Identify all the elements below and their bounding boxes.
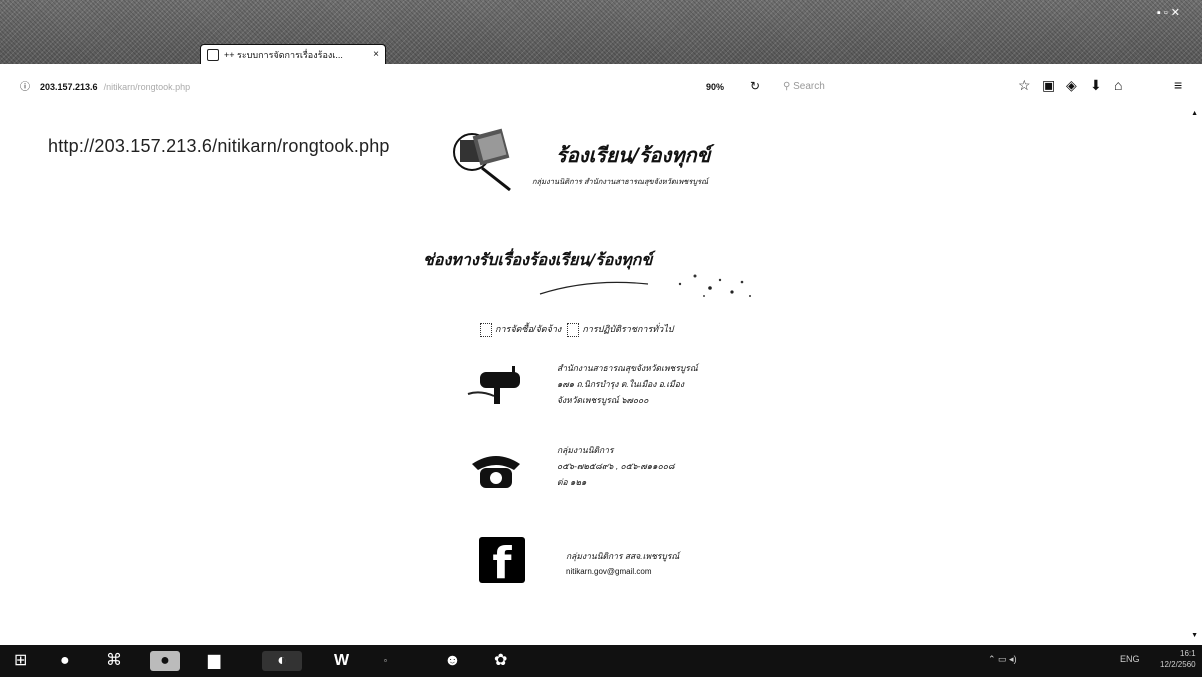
tray-icons[interactable]: ⌃ ▭ ◂) xyxy=(988,654,1017,665)
reload-icon[interactable]: ↻ xyxy=(750,79,760,93)
mailbox-icon xyxy=(467,366,520,404)
menu-icon[interactable]: ≡ xyxy=(1174,78,1182,92)
checkbox-procurement[interactable] xyxy=(480,322,492,337)
address-host: 203.157.213.6 xyxy=(40,82,98,92)
info-icon[interactable]: ⓘ xyxy=(20,81,30,95)
mail-line-1: สำนักงานสาธารณสุขจังหวัดเพชรบูรณ์ xyxy=(557,363,698,373)
clock-date: 12/2/2560 xyxy=(1160,660,1196,669)
window-titlebar: ++ ระบบการจัดการเรื่องร้องเ... × ▪ ▫ ✕ xyxy=(0,0,1202,64)
search-placeholder: Search xyxy=(793,81,825,92)
taskbar: ⊞ ● ⌘ ● ▆ ◐ W ▫ ☻ ✿ ⌃ ▭ ◂) ENG 16:1 12/2… xyxy=(0,645,1202,677)
mail-address-block: สำนักงานสาธารณสุขจังหวัดเพชรบูรณ์ ๑๗๑ ถ.… xyxy=(557,360,698,408)
system-clock[interactable]: 16:1 12/2/2560 xyxy=(1160,648,1196,670)
phone-line-1: กลุ่มงานนิติการ xyxy=(557,445,614,455)
cortana-icon[interactable]: ● xyxy=(60,651,70,671)
pocket-icon[interactable]: ◈ xyxy=(1066,78,1077,92)
facebook-block: กลุ่มงานนิติการ สสจ.เพชรบูรณ์ nitikarn.g… xyxy=(566,548,679,580)
window-controls-icon[interactable]: ▪ ▫ ✕ xyxy=(1157,6,1180,19)
file-explorer-icon[interactable]: ▆ xyxy=(208,651,220,671)
home-icon[interactable]: ⌂ xyxy=(1114,78,1122,92)
page-url-text: http://203.157.213.6/nitikarn/rongtook.p… xyxy=(48,136,390,156)
app-icon-3[interactable]: ✿ xyxy=(494,651,507,671)
download-icon[interactable]: ⬇ xyxy=(1090,78,1102,92)
phone-line-2: ๐๕๖-๗๒๕๘๙๖ , ๐๕๖-๗๑๑๐๐๘ xyxy=(557,461,675,471)
mail-line-2: ๑๗๑ ถ.นิกรบำรุง ต.ในเมือง อ.เมือง xyxy=(557,379,685,389)
facebook-icon[interactable]: f xyxy=(479,537,525,583)
search-icon: ⚲ xyxy=(783,81,791,92)
address-bar[interactable]: 203.157.213.6/nitikarn/rongtook.php xyxy=(40,82,190,92)
facebook-line-1: กลุ่มงานนิติการ สสจ.เพชรบูรณ์ xyxy=(566,551,680,561)
complaint-type-options: การจัดซื้อ/จัดจ้าง การปฏิบัติราชการทั่วไ… xyxy=(480,322,674,337)
telephone-icon xyxy=(472,456,520,488)
language-indicator[interactable]: ENG xyxy=(1120,654,1140,664)
line-app-icon[interactable]: ● xyxy=(150,651,180,671)
app-icon[interactable]: ▫ xyxy=(384,651,387,671)
bookmark-star-icon[interactable]: ☆ xyxy=(1018,78,1031,92)
logo-title: ร้องเรียน/ร้องทุกข์ xyxy=(556,143,711,167)
browser-tab[interactable]: ++ ระบบการจัดการเรื่องร้องเ... × xyxy=(200,44,386,64)
reading-list-icon[interactable]: ▣ xyxy=(1042,78,1055,92)
app-icon-2[interactable]: ☻ xyxy=(444,651,461,671)
task-view-icon[interactable]: ⌘ xyxy=(106,651,122,671)
tab-title: ++ ระบบการจัดการเรื่องร้องเ... xyxy=(224,49,343,60)
phone-line-3: ต่อ ๑๒๑ xyxy=(557,477,587,487)
logo-subtitle: กลุ่มงานนิติการ สำนักงานสาธารณสุขจังหวัด… xyxy=(532,177,709,186)
facebook-email[interactable]: nitikarn.gov@gmail.com xyxy=(566,564,679,580)
clock-time: 16:1 xyxy=(1180,649,1196,658)
start-button-icon[interactable]: ⊞ xyxy=(14,651,27,671)
option-procurement[interactable]: การจัดซื้อ/จัดจ้าง xyxy=(480,322,561,337)
zoom-level[interactable]: 90% xyxy=(706,82,724,92)
decorative-swoosh xyxy=(539,274,751,297)
browser-toolbar: ⓘ 203.157.213.6/nitikarn/rongtook.php 90… xyxy=(0,64,1202,108)
scroll-up-icon[interactable]: ▲ xyxy=(1191,110,1198,117)
tab-close-icon[interactable]: × xyxy=(373,49,379,60)
complaint-logo-icon xyxy=(453,128,511,192)
scroll-down-icon[interactable]: ▼ xyxy=(1191,632,1198,639)
firefox-icon[interactable]: ◐ xyxy=(262,651,302,671)
mail-line-3: จังหวัดเพชรบูรณ์ ๖๗๐๐๐ xyxy=(557,395,649,405)
search-field[interactable]: ⚲ Search xyxy=(783,81,825,92)
option-general[interactable]: การปฏิบัติราชการทั่วไป xyxy=(567,322,674,337)
phone-block: กลุ่มงานนิติการ ๐๕๖-๗๒๕๘๙๖ , ๐๕๖-๗๑๑๐๐๘ … xyxy=(557,442,675,490)
word-icon[interactable]: W xyxy=(334,651,349,671)
checkbox-general[interactable] xyxy=(567,322,580,337)
address-path: /nitikarn/rongtook.php xyxy=(103,82,191,92)
tab-favicon-icon xyxy=(207,48,219,61)
